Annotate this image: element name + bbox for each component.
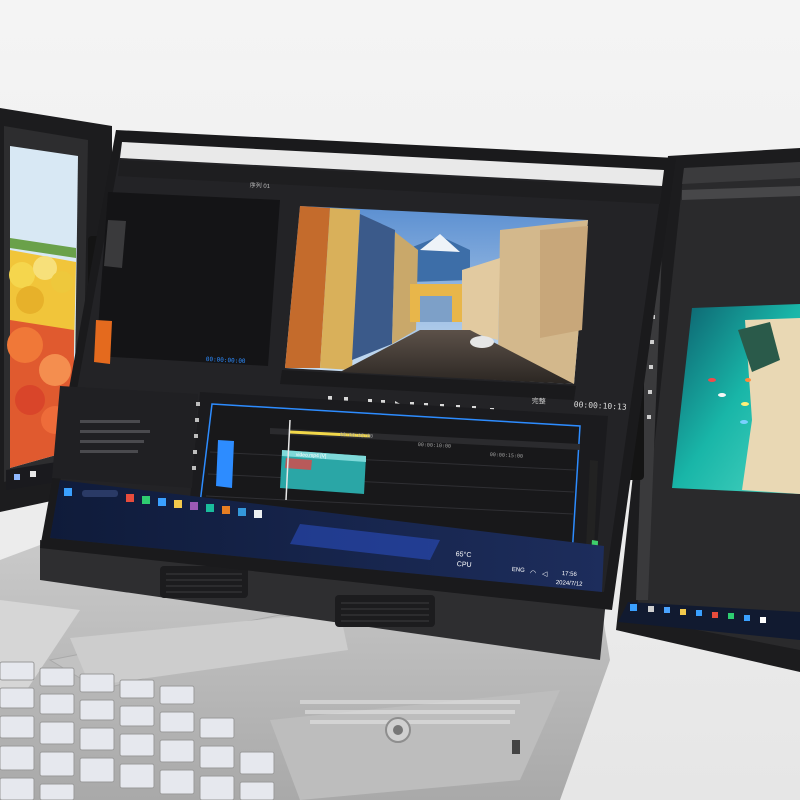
windows-start-icon[interactable]: [64, 488, 72, 496]
photo-scene: 00:00:10:13 完整 00:00:00:00 00:00:05:00 0…: [0, 0, 800, 800]
sequence-label: 序列 01: [249, 182, 271, 191]
main-laptop-screen: [40, 130, 676, 610]
clock-time[interactable]: 17:56: [562, 571, 577, 578]
fit-dropdown[interactable]: 完整: [531, 396, 546, 407]
wifi-icon[interactable]: ◠: [530, 569, 536, 577]
cpu-label: CPU: [456, 561, 472, 570]
program-monitor-video: [285, 206, 588, 384]
cpu-temp: 65°C: [455, 551, 472, 560]
search-icon[interactable]: [82, 490, 118, 497]
language-indicator[interactable]: ENG: [512, 567, 525, 574]
volume-icon[interactable]: ◁: [542, 570, 547, 578]
